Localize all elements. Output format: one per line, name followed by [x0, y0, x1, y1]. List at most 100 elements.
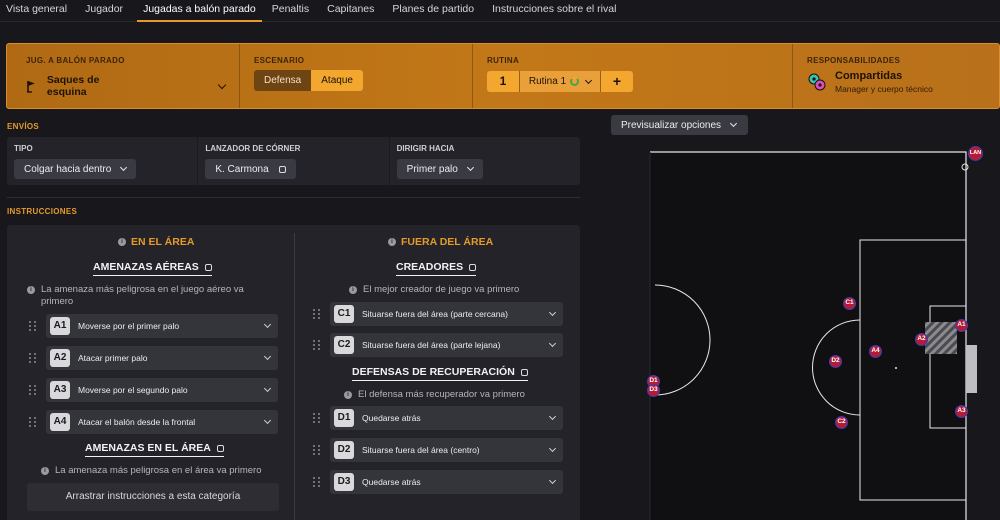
setplay-section[interactable]: JUG. A BALÓN PARADO Saques de esquina — [7, 44, 240, 108]
lanzador-column: LANZADOR DE CÓRNER K. Carmona — [198, 137, 390, 185]
chevron-down-icon[interactable] — [548, 308, 557, 317]
instruction-badge: A2 — [50, 349, 70, 367]
scenario-toggle: Defensa Ataque — [254, 70, 458, 91]
drop-zone[interactable]: Arrastrar instrucciones a esta categoría — [27, 483, 279, 511]
scenario-ataque-button[interactable]: Ataque — [311, 70, 363, 91]
info-icon: i — [41, 467, 49, 475]
instruction-row-c1[interactable]: C1 Situarse fuera del área (parte cercan… — [310, 302, 563, 326]
amenazas-en-area-hint-text: La amenaza más peligrosa en el área va p… — [55, 465, 262, 476]
tab-jugadas-balon-parado[interactable]: Jugadas a balón parado — [137, 0, 262, 22]
tab-capitanes[interactable]: Capitanes — [321, 0, 380, 22]
routine-name: Rutina 1 — [528, 76, 567, 87]
pitch-diagram: LAN C1 A1 A2 A4 D2 D1 D3 A3 C2 — [600, 140, 1000, 520]
instruction-text: Situarse fuera del área (parte cercana) — [362, 309, 508, 319]
instruction-row-c2[interactable]: C2 Situarse fuera del área (parte lejana… — [310, 333, 563, 357]
resp-label: RESPONSABILIDADES — [807, 56, 901, 65]
preview-options-dropdown[interactable]: Previsualizar opciones — [611, 115, 749, 135]
open-external-icon — [216, 444, 224, 452]
player-marker[interactable]: D2 — [829, 355, 842, 368]
player-marker[interactable]: C2 — [835, 416, 848, 429]
drag-handle-icon[interactable] — [310, 411, 324, 425]
en-el-area-label: EN EL ÁREA — [131, 236, 195, 248]
creadores-hint: i El mejor creador de juego va primero — [349, 284, 519, 296]
player-marker[interactable]: C1 — [843, 297, 856, 310]
tab-vista-general[interactable]: Vista general — [0, 0, 73, 22]
drag-handle-icon[interactable] — [310, 475, 324, 489]
chevron-down-icon[interactable] — [263, 416, 272, 425]
instruction-text: Quedarse atrás — [362, 413, 421, 423]
chevron-down-icon[interactable] — [263, 384, 272, 393]
fuera-del-area-label: FUERA DEL ÁREA — [401, 236, 494, 248]
column-divider — [294, 233, 295, 520]
chevron-down-icon[interactable] — [548, 412, 557, 421]
chevron-down-icon[interactable] — [548, 476, 557, 485]
instruction-row-d1[interactable]: D1 Quedarse atrás — [310, 406, 563, 430]
instruction-text: Quedarse atrás — [362, 477, 421, 487]
dirigir-label: DIRIGIR HACIA — [396, 144, 455, 153]
drag-handle-icon[interactable] — [26, 383, 40, 397]
tab-jugador[interactable]: Jugador — [79, 0, 129, 22]
player-marker[interactable]: A4 — [869, 345, 882, 358]
lanzador-label: LANZADOR DE CÓRNER — [205, 144, 301, 153]
scenario-defensa-button[interactable]: Defensa — [254, 70, 312, 91]
drag-handle-icon[interactable] — [310, 443, 324, 457]
player-marker[interactable]: LAN — [968, 146, 983, 161]
creadores-heading[interactable]: CREADORES — [396, 261, 477, 276]
player-marker[interactable]: A3 — [955, 405, 968, 418]
drag-handle-icon[interactable] — [310, 307, 324, 321]
tipo-value: Colgar hacia dentro — [24, 163, 112, 175]
instruction-badge: C2 — [334, 336, 354, 354]
instruction-text: Situarse fuera del área (parte lejana) — [362, 340, 501, 350]
tab-penaltis[interactable]: Penaltis — [266, 0, 315, 22]
drag-handle-icon[interactable] — [26, 415, 40, 429]
instruction-row-d2[interactable]: D2 Situarse fuera del área (centro) — [310, 438, 563, 462]
tab-planes-partido[interactable]: Planes de partido — [386, 0, 480, 22]
responsibilities-section[interactable]: RESPONSABILIDADES Compartidas Manager y … — [793, 44, 999, 108]
amenazas-aereas-heading[interactable]: AMENAZAS AÉREAS — [93, 261, 212, 276]
defensas-recuperacion-heading[interactable]: DEFENSAS DE RECUPERACIÓN — [352, 366, 528, 381]
player-marker[interactable]: D3 — [647, 384, 660, 397]
chevron-down-icon — [217, 80, 227, 89]
tipo-dropdown[interactable]: Colgar hacia dentro — [14, 159, 137, 179]
info-icon: i — [388, 238, 396, 246]
instruction-row-a4[interactable]: A4 Atacar el balón desde la frontal — [26, 410, 278, 434]
pitch-lines — [649, 151, 977, 520]
drag-handle-icon[interactable] — [26, 319, 40, 333]
open-external-icon — [204, 263, 212, 271]
defensas-recuperacion-title: DEFENSAS DE RECUPERACIÓN — [352, 366, 515, 378]
en-el-area-heading: i EN EL ÁREA — [118, 236, 194, 248]
dirigir-value: Primer palo — [406, 163, 458, 175]
instruction-badge: A3 — [50, 381, 70, 399]
instruction-text: Atacar el balón desde la frontal — [78, 417, 196, 427]
section-divider — [7, 197, 580, 198]
scenario-section: ESCENARIO Defensa Ataque — [240, 44, 473, 108]
routine-dropdown[interactable]: Rutina 1 — [519, 71, 601, 92]
drag-handle-icon[interactable] — [310, 338, 324, 352]
amenazas-en-area-heading[interactable]: AMENAZAS EN EL ÁREA — [85, 442, 224, 457]
lanzador-select[interactable]: K. Carmona — [205, 159, 296, 179]
chevron-down-icon[interactable] — [263, 352, 272, 361]
dirigir-dropdown[interactable]: Primer palo — [396, 159, 483, 179]
chevron-down-icon[interactable] — [263, 320, 272, 329]
chevron-down-icon[interactable] — [548, 444, 557, 453]
instruction-badge: A1 — [50, 317, 70, 335]
chevron-down-icon[interactable] — [548, 339, 557, 348]
chevron-down-icon — [585, 76, 593, 84]
creadores-hint-text: El mejor creador de juego va primero — [363, 284, 520, 295]
instruction-row-d3[interactable]: D3 Quedarse atrás — [310, 470, 563, 494]
setplay-label: JUG. A BALÓN PARADO — [26, 56, 125, 65]
drag-handle-icon[interactable] — [26, 351, 40, 365]
tipo-column: TIPO Colgar hacia dentro — [7, 137, 199, 185]
instruction-row-a2[interactable]: A2 Atacar primer palo — [26, 346, 278, 370]
instruction-row-a1[interactable]: A1 Moverse por el primer palo — [26, 314, 278, 338]
creadores-title: CREADORES — [396, 261, 464, 273]
tab-instrucciones-rival[interactable]: Instrucciones sobre el rival — [486, 0, 622, 22]
player-marker[interactable]: A1 — [955, 319, 968, 332]
add-routine-button[interactable]: + — [601, 71, 633, 92]
amenazas-en-area-title: AMENAZAS EN EL ÁREA — [85, 442, 211, 454]
corner-flag-icon — [26, 80, 35, 93]
info-icon: i — [27, 286, 35, 294]
staff-group-icon — [808, 73, 826, 91]
instruction-row-a3[interactable]: A3 Moverse por el segundo palo — [26, 378, 278, 402]
player-marker[interactable]: A2 — [915, 333, 928, 346]
